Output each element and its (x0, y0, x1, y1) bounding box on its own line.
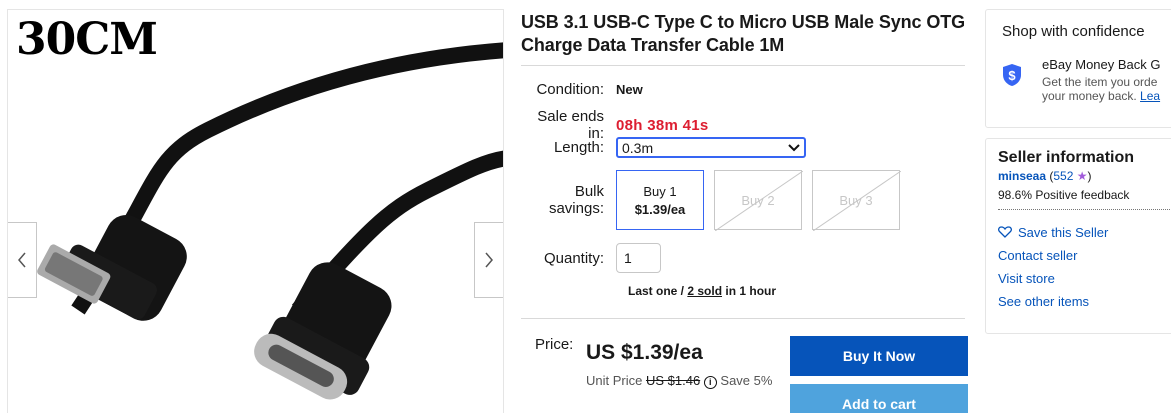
bulk-option-buy-2: Buy 2 (714, 170, 803, 231)
stock-suffix: in 1 hour (722, 284, 777, 298)
stock-prefix: Last one / (628, 284, 688, 298)
strikethrough-line (715, 171, 803, 231)
mbg-desc-line-1: Get the item you orde (1042, 75, 1158, 89)
price-value: US $1.39/ea (586, 341, 703, 364)
seller-name-line: minseaa (552 ★) (998, 169, 1171, 183)
gallery-prev-button[interactable] (8, 222, 37, 298)
price-label-row: Price: (535, 336, 573, 353)
buy-it-now-button[interactable]: Buy It Now (790, 336, 968, 376)
price-label: Price: (535, 336, 574, 353)
unit-price: Unit Price US $1.46 i Save 5% (586, 372, 776, 389)
seller-information-card: Seller information minseaa (552 ★) 98.6%… (985, 138, 1171, 334)
save-seller-link[interactable]: Save this Seller (998, 225, 1171, 240)
length-selected-value: 0.3m (622, 139, 654, 156)
confidence-heading: Shop with confidence (1002, 23, 1145, 40)
shield-icon: $ (1003, 64, 1021, 86)
price-row: US $1.39/ea (586, 341, 703, 365)
bulk-options: Buy 1 $1.39/ea Buy 2 Buy 3 (616, 170, 901, 231)
see-other-items-link[interactable]: See other items (998, 294, 1171, 309)
photo-size-label: 30CM (16, 14, 158, 65)
seller-score-close: ) (1087, 169, 1092, 183)
star-icon: ★ (1076, 169, 1088, 183)
strikethrough-line (813, 171, 901, 231)
length-row: Length: 0.3m (521, 137, 806, 158)
quantity-row: Quantity: 1 (521, 243, 661, 273)
learn-more-link[interactable]: Lea (1140, 89, 1160, 103)
condition-label: Condition: (536, 81, 604, 98)
quantity-input[interactable]: 1 (616, 243, 661, 273)
info-icon[interactable]: i (703, 376, 717, 389)
shop-with-confidence-card: Shop with confidence $ eBay Money Back G… (985, 9, 1171, 128)
quantity-label: Quantity: (543, 249, 604, 267)
seller-score-link[interactable]: 552 (1053, 169, 1073, 183)
bulk-option-buy-3: Buy 3 (812, 170, 901, 231)
visit-store-link[interactable]: Visit store (998, 271, 1171, 286)
mbg-desc-line-2: your money back. (1042, 89, 1141, 103)
original-price: US $1.46 (645, 373, 701, 388)
seller-feedback: 98.6% Positive feedback (998, 188, 1130, 202)
stock-info: Last one / 2 sold in 1 hour (628, 284, 776, 298)
price-divider (521, 318, 965, 319)
contact-seller-link[interactable]: Contact seller (998, 248, 1171, 263)
length-select[interactable]: 0.3m (616, 137, 806, 158)
bulk-option-buy-1[interactable]: Buy 1 $1.39/ea (616, 170, 704, 230)
mbg-description: Get the item you orde your money back. L… (1042, 75, 1161, 103)
chevron-down-icon (788, 143, 800, 151)
bulk-label: Bulk savings: (548, 183, 604, 217)
chevron-right-icon (485, 252, 493, 268)
seller-name-link[interactable]: minseaa (998, 169, 1046, 183)
svg-text:$: $ (1008, 68, 1016, 83)
bulk-option-price: $1.39/ea (634, 201, 686, 217)
listing-title: USB 3.1 USB-C Type C to Micro USB Male S… (521, 12, 966, 55)
bulk-option-label: Buy 1 (643, 183, 677, 199)
money-back-guarantee: $ eBay Money Back G Get the item you ord… (1002, 54, 1161, 103)
mbg-title: eBay Money Back G (1042, 57, 1161, 72)
sold-count-link[interactable]: 2 sold (687, 284, 722, 298)
length-label: Length: (553, 139, 604, 156)
unit-price-label: Unit Price (586, 373, 646, 388)
chevron-left-icon (18, 252, 26, 268)
add-to-cart-button[interactable]: Add to cart (790, 384, 968, 413)
savings-text: Save 5% (716, 373, 773, 388)
title-divider (521, 65, 965, 66)
seller-heading: Seller information (998, 149, 1135, 166)
gallery-next-button[interactable] (474, 222, 503, 298)
save-seller-label: Save this Seller (1018, 225, 1109, 240)
sale-countdown: 08h 38m 41s (616, 116, 709, 134)
condition-value: New (616, 82, 643, 97)
seller-divider (998, 209, 1171, 210)
bulk-row: Bulk savings: Buy 1 $1.39/ea Buy 2 Buy 3 (521, 170, 901, 231)
heart-icon (998, 226, 1012, 238)
product-photo (37, 42, 503, 400)
condition-row: Condition: New (521, 81, 643, 98)
product-image-gallery[interactable]: 30CM (7, 9, 504, 413)
listing-details: USB 3.1 USB-C Type C to Micro USB Male S… (521, 0, 971, 413)
